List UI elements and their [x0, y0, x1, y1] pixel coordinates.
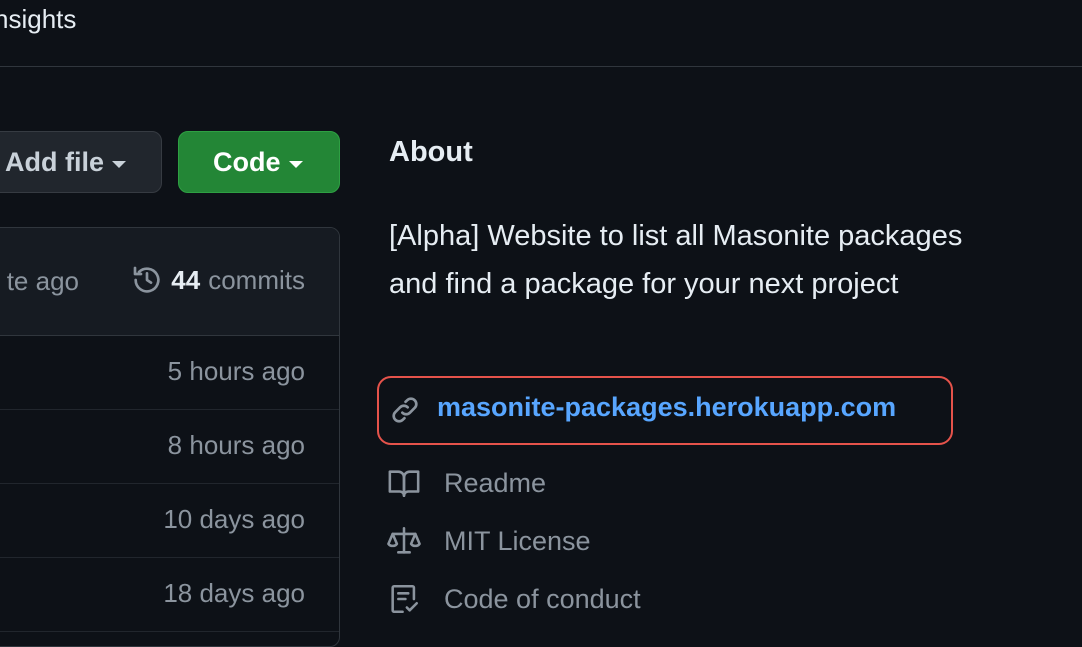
- latest-commit-bar: te ago 44 commits: [0, 228, 339, 336]
- add-file-button[interactable]: Add file: [0, 131, 162, 193]
- file-list: te ago 44 commits 5 hours ago 8 hours ag…: [0, 227, 340, 647]
- history-icon: [133, 266, 160, 293]
- add-file-label: Add file: [5, 146, 104, 177]
- nav-divider: [0, 66, 1082, 67]
- license-link[interactable]: MIT License: [444, 526, 591, 557]
- commits-link[interactable]: 44 commits: [131, 264, 305, 296]
- link-icon: [392, 397, 418, 423]
- row-time: 8 hours ago: [167, 430, 305, 460]
- law-icon: [387, 526, 421, 554]
- latest-commit-time: te ago: [6, 266, 79, 296]
- code-of-conduct-link[interactable]: Code of conduct: [444, 584, 641, 615]
- row-time: 10 days ago: [163, 504, 305, 534]
- website-link[interactable]: masonite-packages.herokuapp.com: [437, 392, 896, 423]
- about-description: [Alpha] Website to list all Masonite pac…: [389, 220, 963, 300]
- commit-count: 44: [171, 264, 201, 295]
- table-row[interactable]: 5 hours ago: [0, 336, 339, 410]
- row-time: 18 days ago: [163, 578, 305, 608]
- about-heading: About: [389, 136, 473, 168]
- code-label: Code: [213, 146, 281, 177]
- tab-insights[interactable]: nsights: [0, 2, 76, 36]
- table-row[interactable]: 18 days ago: [0, 558, 339, 632]
- code-button[interactable]: Code: [178, 131, 340, 193]
- chevron-down-icon: [112, 160, 126, 168]
- book-icon: [388, 470, 420, 498]
- code-of-conduct-icon: [391, 584, 419, 614]
- readme-link[interactable]: Readme: [444, 468, 546, 499]
- commits-label: commits: [208, 264, 305, 295]
- chevron-down-icon: [288, 160, 303, 168]
- table-row[interactable]: 8 hours ago: [0, 410, 339, 484]
- table-row[interactable]: 10 days ago: [0, 484, 339, 558]
- row-time: 5 hours ago: [167, 356, 305, 386]
